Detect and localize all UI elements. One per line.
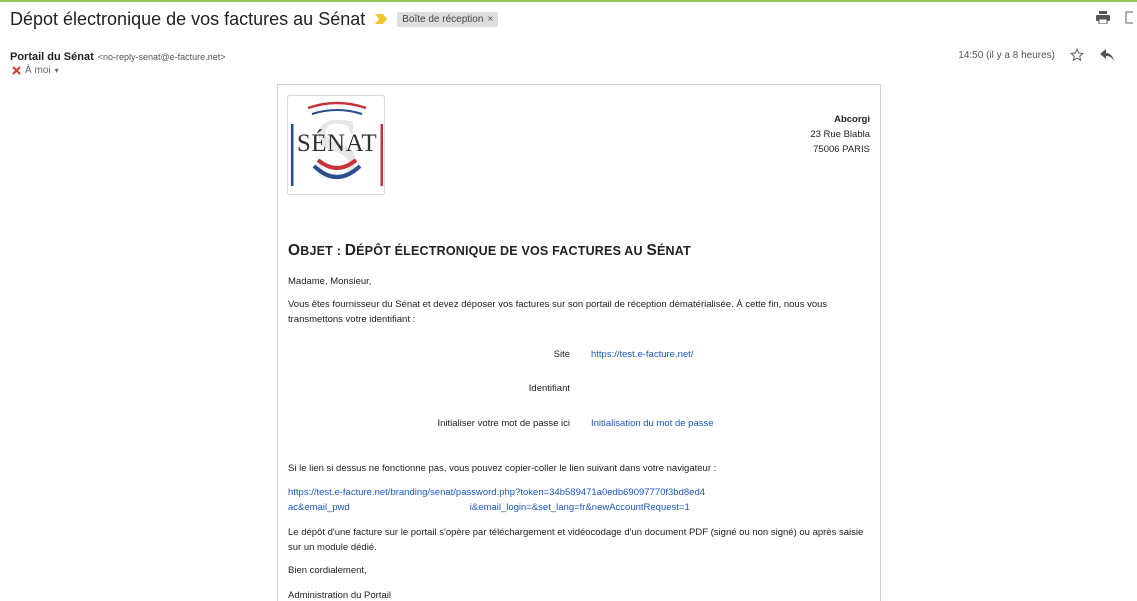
- letter-signoff: Administration du Portail: [288, 590, 391, 601]
- letter-heading: OBJET : DÉPÔT ÉLECTRONIQUE DE VOS FACTUR…: [288, 242, 691, 259]
- star-icon: [1070, 48, 1084, 62]
- reply-icon: [1100, 49, 1114, 61]
- print-icon: [1096, 10, 1110, 24]
- recipient-row[interactable]: À moi ▾: [12, 65, 59, 76]
- address-street: 23 Rue Blabla: [810, 129, 870, 140]
- importance-marker-icon[interactable]: [375, 14, 388, 24]
- reply-button[interactable]: [1099, 47, 1115, 63]
- top-accent-line: [0, 0, 1137, 2]
- recipient-label: À moi: [25, 65, 51, 76]
- identifier-label: Identifiant: [528, 383, 570, 394]
- inbox-label-text: Boîte de réception: [402, 13, 484, 25]
- email-subject: Dépot électronique de vos factures au Sé…: [10, 8, 366, 29]
- sender-row: Portail du Sénat <no-reply-senat@e-factu…: [10, 51, 225, 63]
- flag-icon: [12, 66, 21, 75]
- print-button[interactable]: [1095, 9, 1111, 25]
- letter-closing: Bien cordialement,: [288, 565, 367, 576]
- address-city: 75006 PARIS: [813, 144, 870, 155]
- open-in-new-window-icon: [1125, 10, 1133, 24]
- password-reset-url-line-2a[interactable]: ac&email_pwd: [288, 502, 350, 513]
- top-toolbar: [1095, 9, 1137, 25]
- site-link[interactable]: https://test.e-facture.net/: [591, 349, 693, 360]
- site-label: Site: [553, 349, 570, 360]
- password-reset-url-line-1[interactable]: https://test.e-facture.net/branding/sena…: [288, 487, 705, 498]
- star-button[interactable]: [1069, 47, 1085, 63]
- fallback-instructions: Si le lien si dessus ne fonctionne pas, …: [288, 463, 717, 474]
- letter-greeting: Madame, Monsieur,: [288, 276, 372, 287]
- recipient-address: Abcorgi 23 Rue Blabla 75006 PARIS: [810, 112, 870, 157]
- senat-logo-text: SÉNAT: [296, 130, 378, 157]
- reset-password-link[interactable]: Initialisation du mot de passe: [591, 418, 714, 429]
- letter-intro: Vous êtes fournisseur du Sénat et devez …: [288, 299, 828, 325]
- reset-password-label: Initialiser votre mot de passe ici: [437, 418, 570, 429]
- address-company: Abcorgi: [834, 114, 870, 125]
- upload-instructions: Le dépôt d'une facture sur le portail s'…: [288, 527, 864, 553]
- chevron-down-icon[interactable]: ▾: [55, 66, 59, 75]
- sender-name: Portail du Sénat: [10, 51, 94, 63]
- sender-email: <no-reply-senat@e-facture.net>: [97, 52, 226, 62]
- open-new-window-button[interactable]: [1121, 9, 1137, 25]
- message-timestamp: 14:50 (il y a 8 heures): [958, 49, 1055, 61]
- subject-row: Dépot électronique de vos factures au Sé…: [10, 8, 499, 30]
- inbox-label-chip[interactable]: Boîte de réception ×: [397, 11, 499, 27]
- password-reset-url-line-2b[interactable]: i&email_login=&set_lang=fr&newAccountReq…: [470, 502, 690, 513]
- email-body-card: S SÉNAT Abcorgi 23 Rue Blabla 75006 PARI…: [277, 84, 881, 601]
- message-meta: 14:50 (il y a 8 heures): [958, 47, 1115, 63]
- password-reset-url[interactable]: https://test.e-facture.net/branding/sena…: [288, 485, 758, 515]
- remove-label-button[interactable]: ×: [487, 14, 493, 25]
- senat-logo: S SÉNAT: [287, 95, 385, 198]
